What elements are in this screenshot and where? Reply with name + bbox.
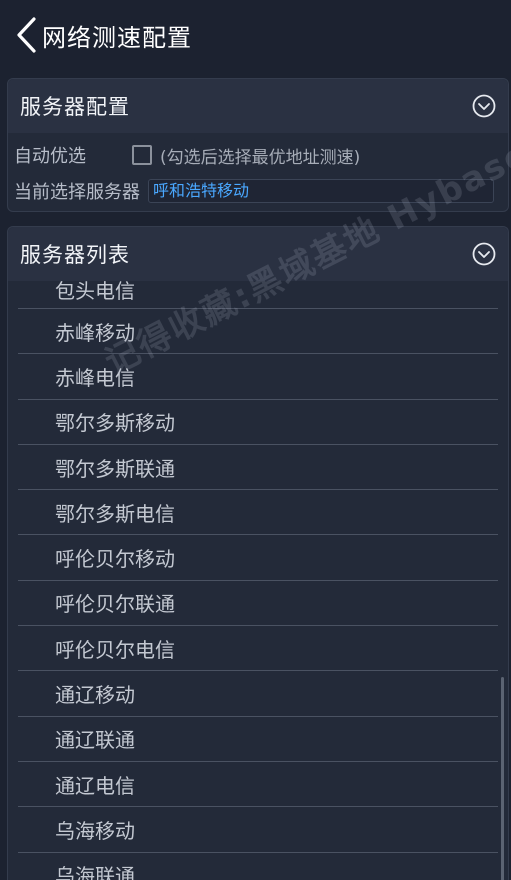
scrollbar[interactable] bbox=[501, 677, 504, 880]
list-item[interactable]: 呼伦贝尔电信 bbox=[18, 626, 498, 672]
server-config-panel: 服务器配置 自动优选 (勾选后选择最优地址测速) 当前选择服务器 呼和浩特移动 bbox=[7, 78, 509, 212]
list-item[interactable]: 通辽移动 bbox=[18, 671, 498, 717]
current-server-row: 当前选择服务器 呼和浩特移动 bbox=[8, 173, 508, 209]
list-item[interactable]: 呼伦贝尔移动 bbox=[18, 535, 498, 581]
auto-select-row: 自动优选 (勾选后选择最优地址测速) bbox=[8, 137, 508, 173]
auto-select-label: 自动优选 bbox=[14, 146, 86, 167]
server-list: 包头电信 赤峰移动 赤峰电信 鄂尔多斯移动 鄂尔多斯联通 鄂尔多斯电信 呼伦贝尔移动 呼伦贝尔… bbox=[18, 279, 498, 880]
list-item[interactable]: 通辽电信 bbox=[18, 762, 498, 808]
back-button[interactable] bbox=[6, 0, 46, 70]
list-item[interactable]: 乌海联通 bbox=[18, 853, 498, 880]
list-item[interactable]: 鄂尔多斯联通 bbox=[18, 445, 498, 491]
auto-select-checkbox[interactable] bbox=[132, 145, 152, 165]
list-item[interactable]: 赤峰电信 bbox=[18, 354, 498, 400]
list-item[interactable]: 鄂尔多斯移动 bbox=[18, 400, 498, 445]
server-list-panel: 服务器列表 包头电信 赤峰移动 赤峰电信 鄂尔多斯移动 鄂尔多斯联通 鄂尔多斯电信 呼伦贝尔… bbox=[7, 226, 509, 880]
server-config-title: 服务器配置 bbox=[20, 95, 130, 119]
auto-select-hint: (勾选后选择最优地址测速) bbox=[160, 147, 361, 168]
list-item[interactable]: 包头电信 bbox=[18, 279, 498, 309]
list-item[interactable]: 呼伦贝尔联通 bbox=[18, 581, 498, 627]
chevron-down-icon[interactable] bbox=[472, 94, 496, 118]
list-item[interactable]: 鄂尔多斯电信 bbox=[18, 490, 498, 536]
server-list-title: 服务器列表 bbox=[20, 243, 130, 267]
page-title: 网络测速配置 bbox=[42, 23, 192, 52]
chevron-left-icon bbox=[17, 17, 36, 53]
server-config-header[interactable]: 服务器配置 bbox=[8, 79, 508, 133]
current-server-field[interactable]: 呼和浩特移动 bbox=[148, 179, 494, 203]
current-server-label: 当前选择服务器 bbox=[14, 182, 140, 203]
server-list-header[interactable]: 服务器列表 bbox=[8, 227, 508, 281]
list-item[interactable]: 通辽联通 bbox=[18, 717, 498, 762]
header: 网络测速配置 bbox=[0, 0, 511, 70]
list-item[interactable]: 乌海移动 bbox=[18, 807, 498, 853]
list-item[interactable]: 赤峰移动 bbox=[18, 309, 498, 355]
chevron-down-icon[interactable] bbox=[472, 242, 496, 266]
